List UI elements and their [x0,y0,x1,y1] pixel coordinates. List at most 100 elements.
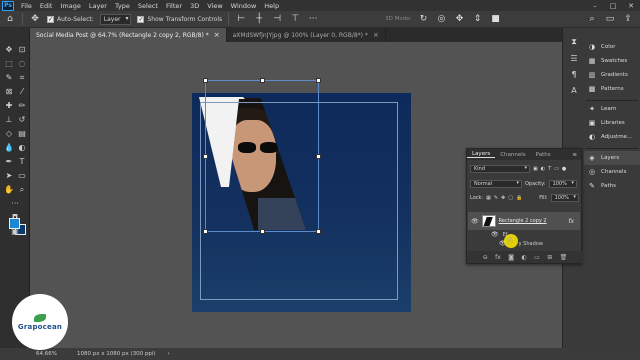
menu-help[interactable]: Help [260,2,283,10]
delete-layer-icon[interactable]: 🗑 [560,254,568,261]
close-icon[interactable]: ✕ [622,0,640,11]
link-layers-icon[interactable]: ⊖ [483,254,488,261]
panel-layers[interactable]: ◈ Layers [584,151,640,165]
layer-row-selected[interactable]: 👁 Rectangle 2 copy 2 fx [468,212,580,230]
crop-tool-icon[interactable]: ⌗ [16,72,28,83]
close-icon[interactable]: × [214,31,220,39]
menu-edit[interactable]: Edit [36,2,57,10]
transform-handle[interactable] [316,229,321,234]
transform-handle[interactable] [260,229,265,234]
tab-paths[interactable]: Paths [531,152,556,158]
menu-file[interactable]: File [17,2,36,10]
paragraph-icon[interactable]: ¶ [568,68,580,80]
layer-fx-icon[interactable]: fx [568,218,574,225]
transform-handle[interactable] [203,78,208,83]
pen-tool-icon[interactable]: ✒ [3,156,15,167]
eyedropper-icon[interactable]: ⁄ [16,86,28,97]
menu-filter[interactable]: Filter [162,2,186,10]
artboard-tool-icon[interactable]: ⊡ [16,44,28,55]
frame-tool-icon[interactable]: ⊠ [3,86,15,97]
transform-handle[interactable] [316,154,321,159]
zoom-tool-icon[interactable]: ⌕ [16,184,28,195]
blend-mode-dropdown[interactable]: Normal [470,180,522,188]
show-transform-checkbox[interactable]: ✓ [137,15,145,23]
filter-shape-icon[interactable]: ▭ [554,166,559,172]
gradient-tool-icon[interactable]: ▤ [16,128,28,139]
filter-kind-dropdown[interactable]: Kind [470,165,530,173]
fill-field[interactable]: 100% [550,194,579,202]
align-left-icon[interactable]: ⊢ [235,13,247,25]
move-tool-icon[interactable]: ✥ [29,13,41,25]
workspace-icon[interactable]: ▭ [604,13,616,25]
panel-color[interactable]: ◑ Color [584,40,640,54]
tab-source-image[interactable]: aXMdSWfjnJYjpg @ 100% (Layer 0, RGB/8*) … [227,28,386,42]
lasso-tool-icon[interactable]: ◌ [16,58,28,69]
3d-rotate-icon[interactable]: ↻ [417,13,429,25]
filter-type-icon[interactable]: T [548,166,551,172]
panel-libraries[interactable]: ▣ Libraries [584,116,640,130]
visibility-eye-icon[interactable]: 👁 [491,231,499,238]
menu-image[interactable]: Image [56,2,84,10]
menu-type[interactable]: Type [111,2,134,10]
search-icon[interactable]: ⌕ [586,13,598,25]
marquee-tool-icon[interactable]: ⬚ [3,58,15,69]
filter-toggle-icon[interactable]: ● [562,166,566,172]
panel-paths[interactable]: ✎ Paths [584,179,640,193]
home-icon[interactable]: ⌂ [4,13,16,25]
lock-paint-icon[interactable]: ✎ [494,195,498,201]
add-style-icon[interactable]: fx [495,254,501,261]
maximize-icon[interactable]: □ [604,0,622,11]
transform-handle[interactable] [203,154,208,159]
quick-select-icon[interactable]: ✎ [3,72,15,83]
3d-slide-icon[interactable]: ⇕ [471,13,483,25]
menu-layer[interactable]: Layer [85,2,111,10]
align-top-icon[interactable]: ⊤ [289,13,301,25]
eraser-icon[interactable]: ◇ [3,128,15,139]
align-right-icon[interactable]: ⊣ [271,13,283,25]
brush-tool-icon[interactable]: ✏ [16,100,28,111]
minimize-icon[interactable]: – [586,0,604,11]
type-tool-icon[interactable]: T [16,156,28,167]
layer-name[interactable]: Rectangle 2 copy 2 [499,218,547,224]
panel-menu-icon[interactable]: ≡ [572,152,577,158]
move-tool-icon[interactable]: ✥ [3,44,15,55]
tab-channels[interactable]: Channels [495,152,530,158]
lock-pixels-icon[interactable]: ▦ [486,195,491,201]
3d-drag-icon[interactable]: ✥ [453,13,465,25]
filter-adjustment-icon[interactable]: ◐ [541,166,545,172]
healing-brush-icon[interactable]: ✚ [3,100,15,111]
close-icon[interactable]: × [373,31,379,39]
auto-select-checkbox[interactable]: ✓ [47,15,54,23]
rectangle-tool-icon[interactable]: ▭ [16,170,28,181]
auto-select-dropdown[interactable]: Layer [99,13,132,25]
panel-gradients[interactable]: ▥ Gradients [584,68,640,82]
add-mask-icon[interactable]: ◙ [508,254,514,261]
menu-window[interactable]: Window [227,2,261,10]
panel-channels[interactable]: ◎ Channels [584,165,640,179]
path-select-icon[interactable]: ➤ [3,170,15,181]
filter-pixel-icon[interactable]: ▣ [533,166,538,172]
adjustment-layer-icon[interactable]: ◐ [521,254,526,261]
character-icon[interactable]: A [568,84,580,96]
panel-adjustments[interactable]: ◐ Adjustme... [584,130,640,144]
blur-tool-icon[interactable]: 💧 [3,142,15,153]
foreground-color-swatch[interactable] [9,218,20,229]
clone-stamp-icon[interactable]: ⊥ [3,114,15,125]
3d-roll-icon[interactable]: ◎ [435,13,447,25]
menu-view[interactable]: View [203,2,226,10]
opacity-field[interactable]: 100% [548,180,577,188]
transform-handle[interactable] [316,78,321,83]
status-arrow-icon[interactable]: › [168,351,170,357]
zoom-level[interactable]: 64.66% [36,351,57,357]
more-tools-icon[interactable]: ··· [9,198,21,209]
lock-artboard-icon[interactable]: ▢ [508,195,513,201]
tab-social-media-post[interactable]: Social Media Post @ 64.7% (Rectangle 2 c… [30,28,227,42]
tab-layers[interactable]: Layers [467,151,496,158]
3d-scale-icon[interactable]: ■ [489,13,501,25]
lock-all-icon[interactable]: 🔒 [516,195,522,201]
panel-swatches[interactable]: ▦ Swatches [584,54,640,68]
transform-handle[interactable] [203,229,208,234]
transform-handle[interactable] [260,78,265,83]
history-brush-icon[interactable]: ↺ [16,114,28,125]
transform-bounding-box[interactable] [205,80,319,232]
